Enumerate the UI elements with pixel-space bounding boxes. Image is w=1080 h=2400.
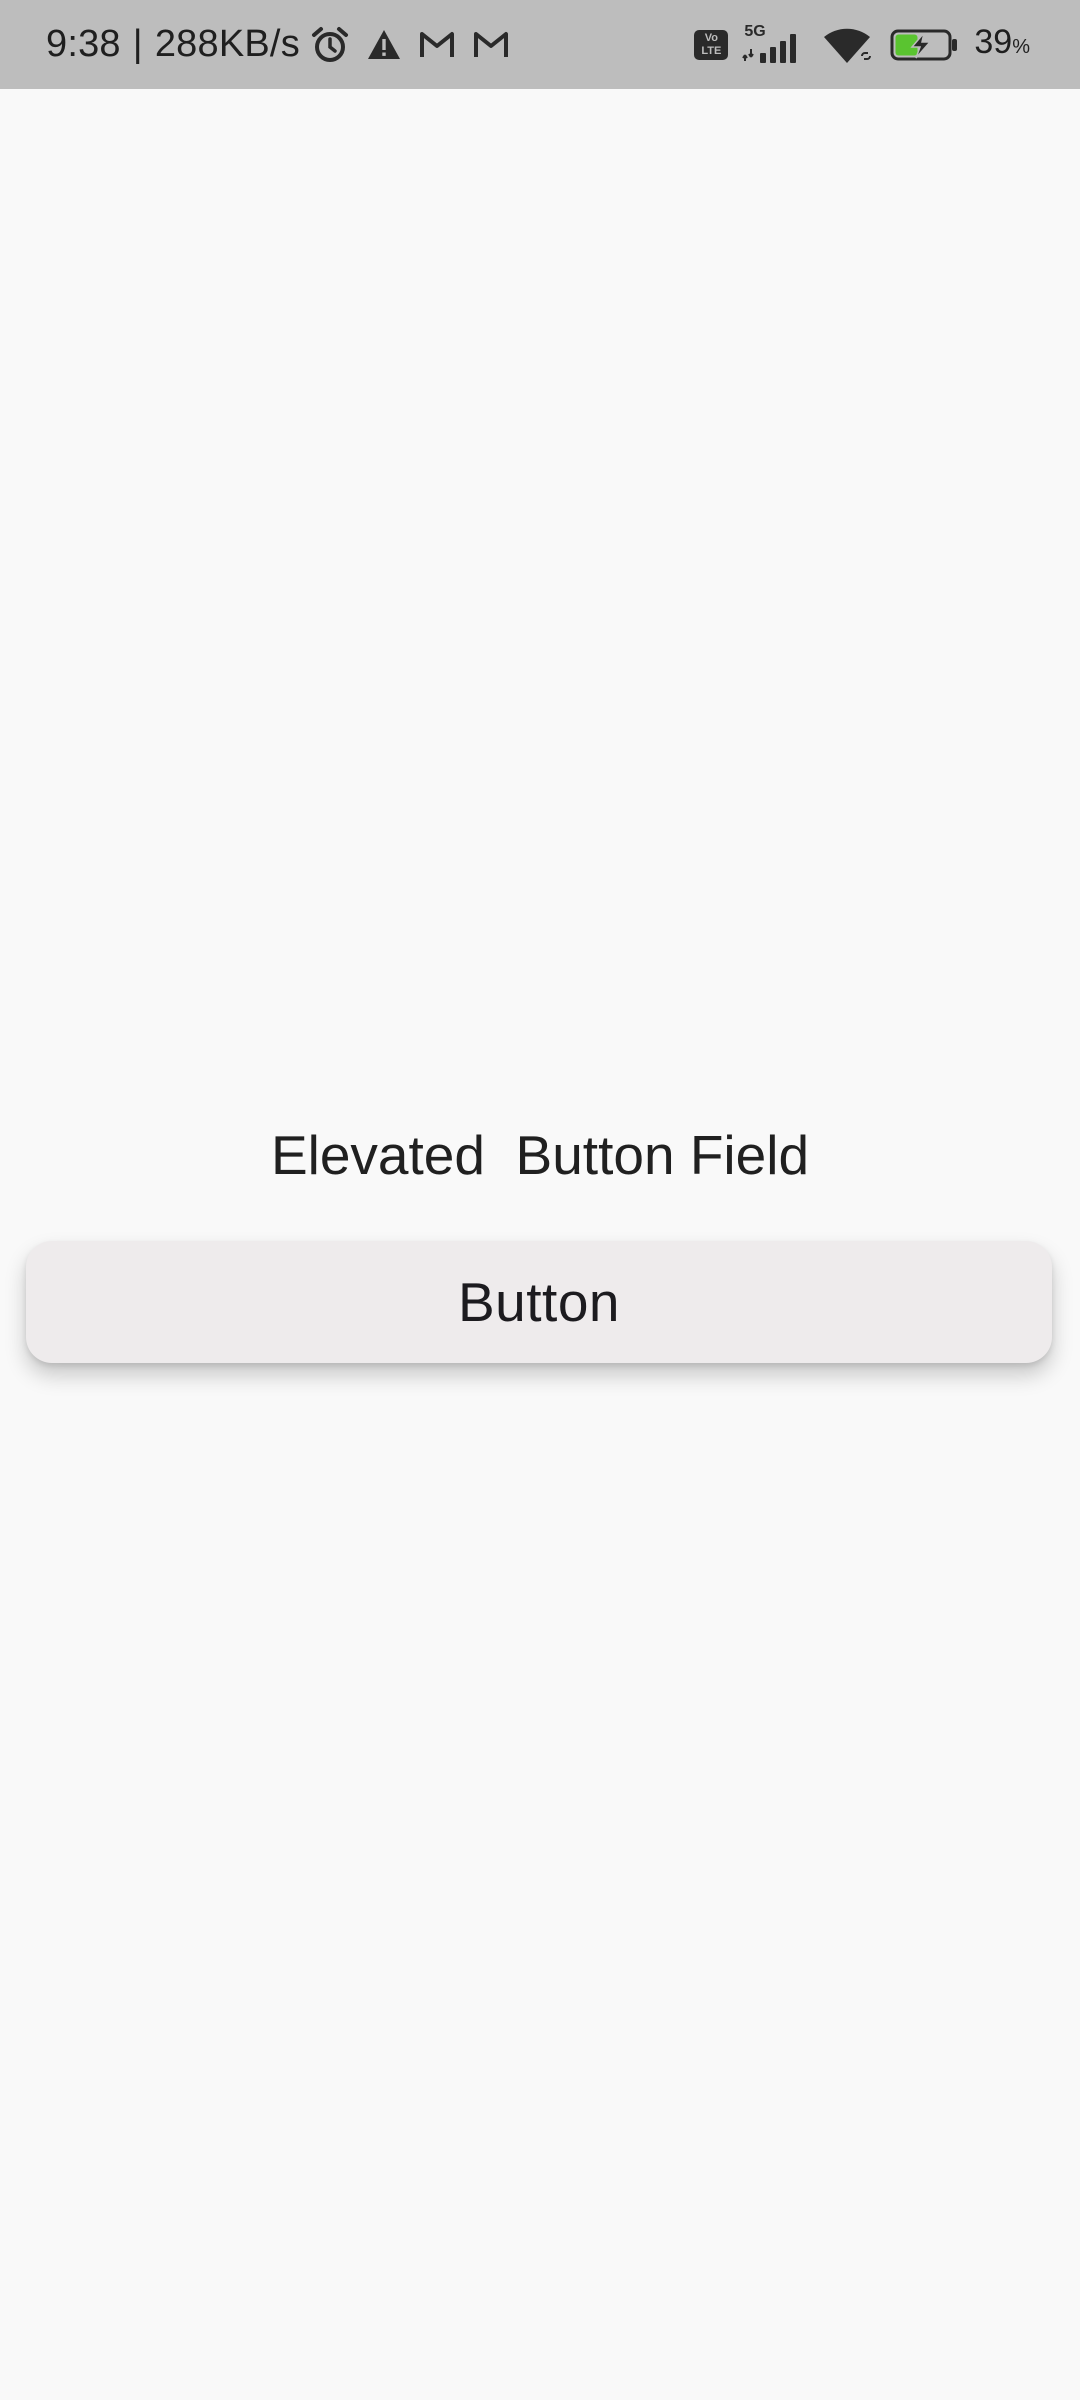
warning-icon xyxy=(366,28,402,62)
volte-icon: Vo LTE xyxy=(694,29,729,60)
separator: | xyxy=(132,23,143,65)
elevated-button-label: Button xyxy=(457,1271,620,1333)
gmail-icon xyxy=(472,30,510,60)
status-bar: 9:38 | 288KB/s Vo LTE 5G 39% xyxy=(0,0,1080,89)
network-speed: 288KB/s xyxy=(154,23,300,65)
battery-level: 39% xyxy=(974,22,1030,61)
status-bar-right: Vo LTE 5G 39% xyxy=(694,0,1030,89)
cellular-signal-icon: 5G xyxy=(742,23,808,65)
notification-icons xyxy=(310,25,510,65)
gmail-icon xyxy=(418,30,456,60)
alarm-icon xyxy=(310,25,350,65)
page-title: Elevated Button Field xyxy=(270,1124,810,1186)
wifi-icon xyxy=(822,25,876,65)
elevated-button[interactable]: Button xyxy=(26,1241,1052,1363)
status-bar-left: 9:38 | 288KB/s xyxy=(46,0,510,89)
clock: 9:38 xyxy=(46,23,121,65)
battery-icon xyxy=(890,28,960,62)
